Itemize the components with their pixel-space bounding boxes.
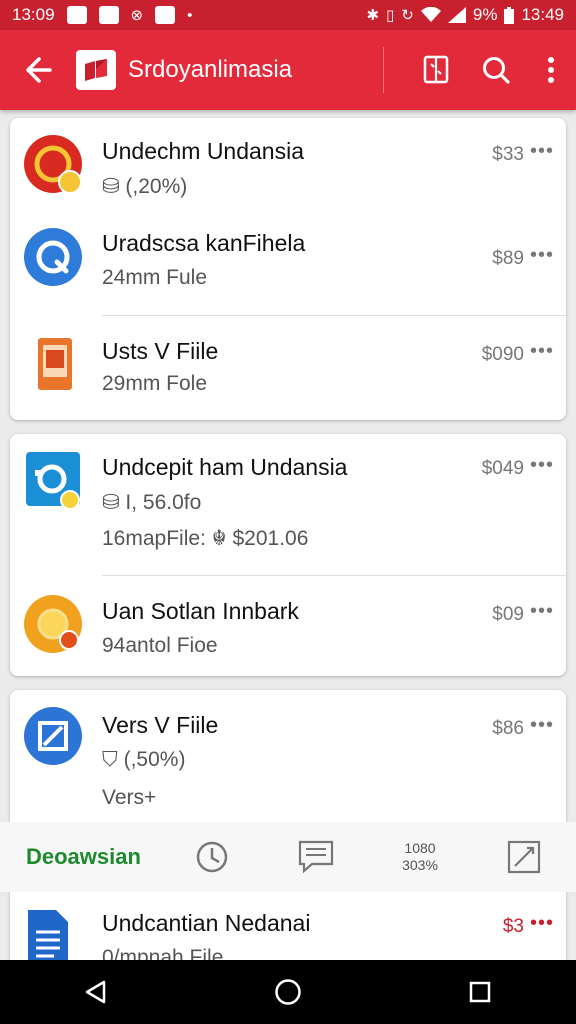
app-bar: Srdoyanlimasia [0, 30, 576, 110]
item-price: $89 [492, 248, 524, 269]
battery-percent: 9% [472, 5, 498, 24]
item-title: Undcepit ham Undansia [102, 454, 348, 480]
book-logo-icon [85, 59, 107, 81]
item-title: Usts V Fiile [102, 338, 219, 364]
orange-circle-icon [24, 594, 86, 656]
more-horiz-icon[interactable]: ••• [530, 244, 554, 267]
list-item[interactable]: Undcepit ham Undansia ⛁ I, 56.0fo 16mapF… [10, 434, 566, 576]
status-bar: 13:09 ⊗ • ✱ ▯ ↻ 9% 13:49 [0, 0, 576, 30]
sync-icon: ↻ [401, 7, 414, 24]
item-price: $09 [492, 604, 524, 625]
item-price: $090 [481, 344, 524, 365]
chat-icon [298, 840, 334, 874]
tab-history[interactable] [160, 822, 264, 892]
tab-edit[interactable] [472, 822, 576, 892]
item-subtitle: ⛁ I, 56.0fo [102, 491, 202, 514]
status-time-right: 13:49 [521, 5, 564, 24]
more-horiz-icon[interactable]: ••• [530, 454, 554, 477]
circle-home-icon [275, 979, 301, 1005]
item-title: Undcantian Nedanai [102, 910, 311, 936]
gallery-icon [155, 6, 176, 24]
list-item[interactable]: Usts V Fiile 29mm Fole $090 ••• [10, 316, 566, 420]
item-price: $33 [492, 144, 524, 165]
book-icon [423, 55, 449, 84]
list-item[interactable]: Undechm Undansia ⛁ (,20%) $33 ••• [10, 118, 566, 214]
edit-box-icon [507, 840, 541, 874]
list-item[interactable]: Undcantian Nedanai 0/mpnah File $3 ••• [10, 892, 566, 970]
blue-edit-icon [24, 706, 86, 768]
notification-icon [66, 6, 87, 24]
blue-camera-icon [24, 450, 84, 510]
clock-icon [196, 841, 228, 873]
stat-top: 1080 [404, 840, 436, 856]
triangle-back-icon [85, 980, 106, 1004]
more-vert-icon [548, 57, 554, 83]
item-subtitle: 94antol Fioe [102, 634, 218, 657]
more-horiz-icon[interactable]: ••• [530, 912, 554, 935]
battery-icon [504, 6, 515, 24]
item-group-card: Undechm Undansia ⛁ (,20%) $33 ••• Uradsc… [10, 118, 566, 420]
book-button[interactable] [406, 30, 466, 110]
more-horiz-icon[interactable]: ••• [530, 340, 554, 363]
vibrate-icon: ▯ [386, 7, 395, 24]
dot-icon: • [187, 6, 193, 24]
nav-recents-button[interactable] [440, 960, 520, 1024]
blue-circle-icon [24, 226, 86, 288]
item-title: Undechm Undansia [102, 138, 305, 164]
orange-document-icon [36, 336, 76, 398]
nav-home-button[interactable] [248, 960, 328, 1024]
item-group-card: Undcepit ham Undansia ⛁ I, 56.0fo 16mapF… [10, 434, 566, 676]
item-subtitle: 29mm Fole [102, 372, 208, 395]
bottom-tab-bar: Deoawsian 1080 303% [0, 822, 576, 892]
tab-stats[interactable]: 1080 303% [368, 822, 472, 892]
status-time-left: 13:09 [12, 5, 55, 24]
stat-bottom: 303% [402, 857, 438, 873]
red-circle-badge-icon [24, 134, 86, 196]
search-icon [483, 57, 510, 84]
toolbar-divider [383, 47, 384, 93]
item-subtitle: ⛁ (,20%) [102, 175, 188, 198]
search-button[interactable] [466, 30, 526, 110]
back-button[interactable] [0, 30, 76, 110]
item-title: Uradscsa kanFihela [102, 230, 306, 256]
item-price: $86 [492, 718, 524, 739]
list-item[interactable]: Uan Sotlan Innbark 94antol Fioe $09 ••• [10, 576, 566, 676]
list-item[interactable]: Vers V Fiile ⛉ (,50%) Vers+ $86 ••• [10, 690, 566, 822]
whatsapp-icon: ⊗ [130, 7, 144, 24]
more-horiz-icon[interactable]: ••• [530, 714, 554, 737]
system-nav-bar [0, 960, 576, 1024]
nav-back-button[interactable] [56, 960, 136, 1024]
wifi-icon [420, 7, 441, 22]
item-detail: 16mapFile: ☬ $201.06 [102, 527, 309, 550]
tab-label[interactable]: Deoawsian [0, 844, 160, 870]
item-subtitle: 24mm Fule [102, 266, 208, 289]
more-horiz-icon[interactable]: ••• [530, 140, 554, 163]
item-detail: Vers+ [102, 786, 157, 809]
item-price: $049 [481, 458, 524, 479]
list-item[interactable]: Uradscsa kanFihela 24mm Fule $89 ••• [10, 214, 566, 316]
square-recents-icon [469, 981, 491, 1003]
shield-icon [98, 6, 119, 24]
app-logo [76, 50, 116, 90]
item-subtitle: ⛉ (,50%) [102, 748, 186, 771]
item-price: $3 [502, 916, 524, 937]
signal-icon [447, 7, 466, 23]
item-title: Vers V Fiile [102, 712, 219, 738]
more-options-button[interactable] [526, 30, 576, 110]
more-horiz-icon[interactable]: ••• [530, 600, 554, 623]
back-arrow-icon [26, 57, 52, 83]
app-title: Srdoyanlimasia [128, 56, 293, 83]
item-title: Uan Sotlan Innbark [102, 598, 299, 624]
tab-messages[interactable] [264, 822, 368, 892]
bluetooth-icon: ✱ [366, 7, 380, 24]
